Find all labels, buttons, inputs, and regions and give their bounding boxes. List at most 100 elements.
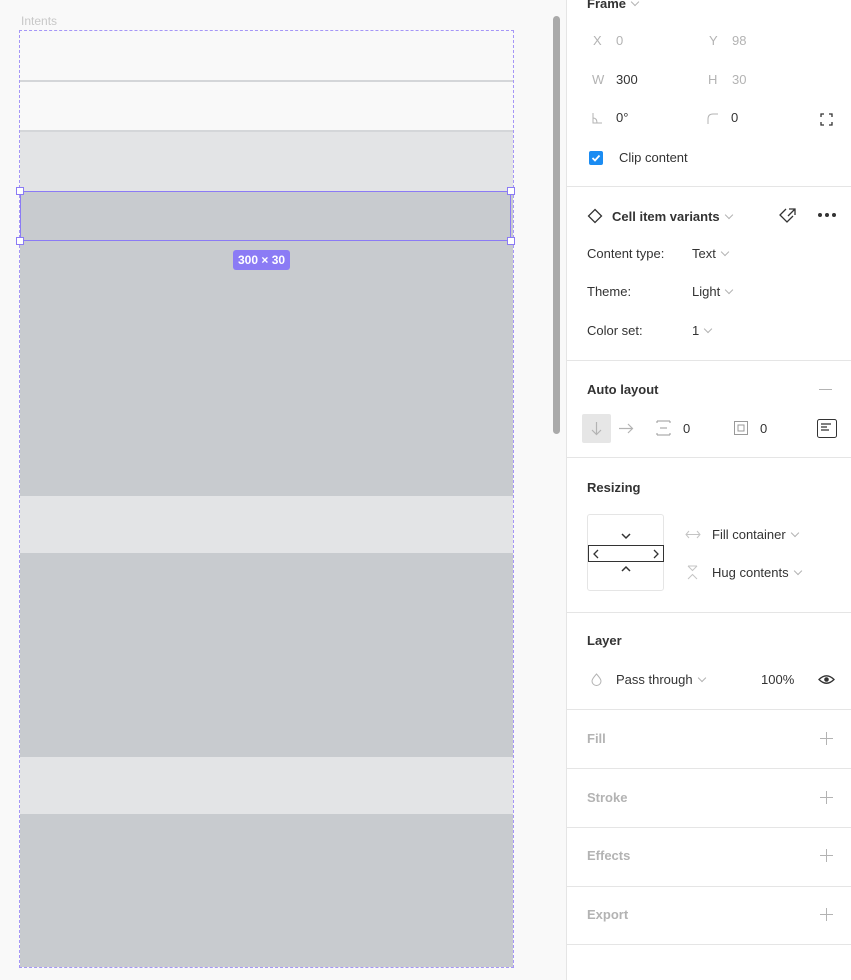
resizing-constraints-widget[interactable] <box>587 514 664 591</box>
theme-value: Light <box>692 284 721 299</box>
frame-title: Frame <box>587 0 627 11</box>
direction-horizontal-button[interactable] <box>618 422 634 435</box>
chevron-down-icon <box>697 673 706 683</box>
rotation-value[interactable]: 0° <box>616 110 628 125</box>
y-value[interactable]: 98 <box>732 33 746 48</box>
component-instance-icon <box>587 208 603 224</box>
padding-icon <box>734 421 748 435</box>
resize-handle-bottom-left[interactable] <box>16 237 24 245</box>
corner-radius-field[interactable]: 0 <box>703 110 803 128</box>
more-options-icon[interactable] <box>818 213 836 217</box>
export-title: Export <box>587 907 629 922</box>
blend-mode-icon <box>591 673 602 686</box>
horizontal-fill-indicator[interactable] <box>588 545 664 562</box>
canvas[interactable]: Intents 300 × 30 <box>0 0 566 980</box>
radius-value[interactable]: 0 <box>731 110 738 125</box>
chevron-right-icon <box>653 549 659 559</box>
clip-content-checkbox[interactable] <box>589 150 603 165</box>
rotation-field[interactable]: 0° <box>587 110 687 128</box>
x-field[interactable]: X 0 <box>587 33 687 51</box>
chevron-down-icon <box>793 566 802 576</box>
effects-title: Effects <box>587 848 631 863</box>
x-value[interactable]: 0 <box>616 33 623 48</box>
direction-vertical-button[interactable] <box>582 414 611 443</box>
cell-item-8[interactable] <box>20 814 513 967</box>
frame-label[interactable]: Intents <box>21 14 57 28</box>
blend-mode-value: Pass through <box>616 672 693 687</box>
chevron-up-icon <box>621 565 631 572</box>
component-variants-dropdown[interactable]: Cell item variants <box>612 209 733 224</box>
cell-item-3[interactable] <box>20 130 513 191</box>
stroke-section: Stroke <box>567 769 851 828</box>
add-export-icon[interactable] <box>820 908 833 921</box>
vertical-resizing-value: Hug contents <box>712 565 789 580</box>
cell-item-7[interactable] <box>20 757 513 814</box>
h-label: H <box>708 72 718 87</box>
clip-content-toggle[interactable]: Clip content <box>589 150 688 165</box>
cell-item-5[interactable] <box>20 496 513 553</box>
chevron-down-icon <box>630 0 640 7</box>
canvas-scrollbar[interactable] <box>553 16 560 434</box>
add-effect-icon[interactable] <box>820 849 833 862</box>
chevron-down-icon <box>621 533 631 540</box>
add-stroke-icon[interactable] <box>820 791 833 804</box>
eye-icon[interactable] <box>818 673 835 686</box>
independent-corners-icon[interactable] <box>820 113 833 126</box>
frame-section: Frame X 0 Y 98 W 300 H 30 0° 0 Clip cont… <box>567 0 851 187</box>
vertical-hug-icon <box>687 565 698 580</box>
remove-auto-layout-icon[interactable] <box>819 389 832 390</box>
padding-value[interactable]: 0 <box>760 421 767 436</box>
property-label-content-type: Content type: <box>587 246 665 261</box>
horizontal-resize-icon <box>685 530 701 539</box>
properties-panel: Frame X 0 Y 98 W 300 H 30 0° 0 Clip cont… <box>566 0 851 980</box>
chevron-left-icon <box>593 549 599 559</box>
cell-item-2[interactable] <box>20 80 513 131</box>
export-section: Export <box>567 887 851 945</box>
alignment-icon[interactable] <box>817 419 837 438</box>
opacity-value[interactable]: 100% <box>761 672 794 687</box>
resize-handle-top-right[interactable] <box>507 187 515 195</box>
clip-content-label: Clip content <box>619 150 688 165</box>
fill-section: Fill <box>567 710 851 769</box>
blend-mode-select[interactable]: Pass through <box>616 672 706 687</box>
w-label: W <box>592 72 605 87</box>
property-select-theme[interactable]: Light <box>692 284 734 299</box>
checkmark-icon <box>591 154 601 162</box>
chevron-down-icon <box>703 324 713 334</box>
intents-frame[interactable] <box>20 31 513 967</box>
w-value[interactable]: 300 <box>616 72 638 87</box>
rotation-icon <box>592 113 602 124</box>
frame-dropdown[interactable]: Frame <box>587 0 640 11</box>
component-section: Cell item variants Content type: Text Th… <box>567 187 851 361</box>
effects-section: Effects <box>567 828 851 887</box>
horizontal-resizing-select[interactable]: Fill container <box>712 527 799 542</box>
auto-layout-title: Auto layout <box>587 382 659 397</box>
layer-title: Layer <box>587 633 622 648</box>
color-set-value: 1 <box>692 323 700 338</box>
resize-handle-bottom-right[interactable] <box>507 237 515 245</box>
property-select-content-type[interactable]: Text <box>692 246 730 261</box>
cell-item-6[interactable] <box>20 553 513 757</box>
property-label-color-set: Color set: <box>587 323 643 338</box>
go-to-main-component-icon[interactable] <box>778 206 798 226</box>
selected-layer[interactable] <box>16 187 515 245</box>
cell-item-1[interactable] <box>20 31 513 81</box>
add-fill-icon[interactable] <box>820 732 833 745</box>
y-field[interactable]: Y 98 <box>703 33 803 51</box>
stroke-title: Stroke <box>587 790 628 805</box>
property-select-color-set[interactable]: 1 <box>692 323 713 338</box>
spacing-value[interactable]: 0 <box>683 421 690 436</box>
fill-title: Fill <box>587 731 606 746</box>
h-value[interactable]: 30 <box>732 72 746 87</box>
y-label: Y <box>709 33 718 48</box>
layer-section: Layer Pass through 100% <box>567 613 851 710</box>
resize-handle-top-left[interactable] <box>16 187 24 195</box>
corner-radius-icon <box>707 113 718 124</box>
auto-layout-section: Auto layout 0 0 <box>567 361 851 458</box>
width-field[interactable]: W 300 <box>587 72 687 90</box>
spacing-between-icon <box>656 420 671 436</box>
arrow-down-icon <box>591 422 602 436</box>
horizontal-resizing-value: Fill container <box>712 527 786 542</box>
height-field[interactable]: H 30 <box>703 72 803 90</box>
vertical-resizing-select[interactable]: Hug contents <box>712 565 802 580</box>
